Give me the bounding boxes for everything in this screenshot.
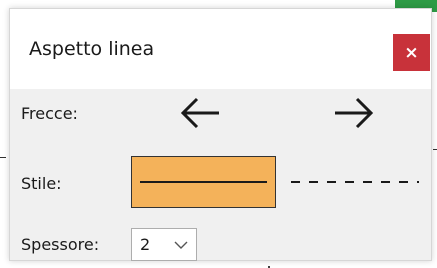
background-line bbox=[433, 149, 437, 150]
dialog-titlebar: Aspetto linea × bbox=[10, 9, 431, 89]
style-label: Stile: bbox=[21, 174, 62, 193]
close-button[interactable]: × bbox=[393, 34, 430, 71]
line-appearance-dialog: Aspetto linea × Frecce: Stile: Spessore:… bbox=[9, 8, 432, 261]
chevron-down-icon bbox=[174, 241, 188, 249]
arrow-left-button[interactable] bbox=[176, 93, 224, 133]
thickness-select[interactable]: 2 bbox=[131, 228, 197, 261]
thickness-value: 2 bbox=[140, 235, 151, 254]
dashed-line-icon bbox=[291, 181, 419, 183]
arrow-right-icon bbox=[335, 97, 374, 129]
arrows-label: Frecce: bbox=[21, 104, 78, 123]
close-icon: × bbox=[404, 42, 419, 63]
solid-line-icon bbox=[140, 181, 267, 183]
arrow-right-button[interactable] bbox=[330, 93, 378, 133]
style-option-solid[interactable] bbox=[131, 156, 276, 208]
thickness-label: Spessore: bbox=[21, 235, 100, 254]
arrow-left-icon bbox=[180, 97, 219, 129]
style-option-dashed[interactable] bbox=[288, 156, 422, 208]
dialog-title: Aspetto linea bbox=[29, 38, 155, 60]
background-line bbox=[0, 157, 6, 158]
